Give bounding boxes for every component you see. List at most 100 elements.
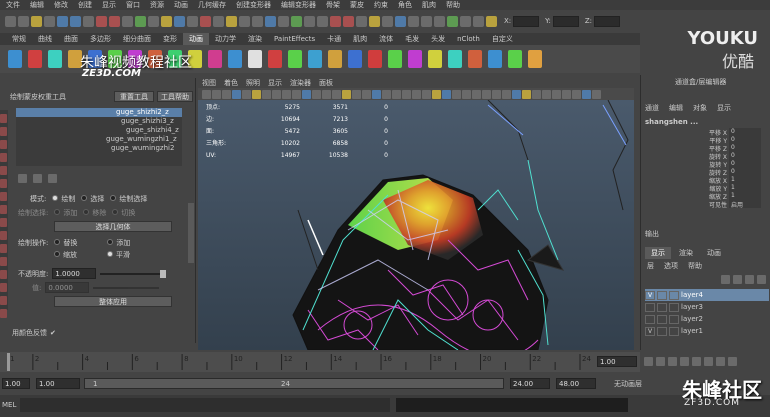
viewport-tool-icon[interactable]	[402, 89, 411, 99]
viewport-tool-icon[interactable]	[492, 89, 501, 99]
flood-button[interactable]: 整体应用	[54, 296, 172, 307]
toolbar-icon[interactable]	[148, 15, 159, 27]
tool-icon[interactable]	[0, 205, 7, 214]
opacity-field[interactable]: 1.0000	[52, 268, 97, 279]
viewport-tool-icon[interactable]	[352, 89, 361, 99]
viewport-tool-icon[interactable]	[522, 89, 531, 99]
panel-scrollbar[interactable]	[188, 203, 194, 263]
menu-item[interactable]: 编辑变形器	[281, 0, 316, 10]
shelf-tab[interactable]: PaintEffects	[268, 33, 321, 45]
color-feedback-checkbox[interactable]: ✔	[50, 329, 56, 337]
time-slider[interactable]: 1 2 4 6 8 10 12 14 16 18 20 22 24	[0, 352, 640, 372]
viewport-tool-icon[interactable]	[462, 89, 471, 99]
end-time-field[interactable]: 48.00	[556, 378, 596, 389]
layer-color-swatch[interactable]	[669, 302, 679, 312]
channel-menu-item[interactable]: 编辑	[669, 103, 683, 113]
toolbar-icon[interactable]	[161, 15, 172, 27]
viewport-tool-icon[interactable]	[592, 89, 601, 99]
menu-item[interactable]: 修改	[54, 0, 68, 10]
channel-attr-value[interactable]: 0	[729, 144, 761, 152]
layer-tab[interactable]: 显示	[645, 247, 671, 259]
menu-item[interactable]: 文件	[6, 0, 20, 10]
tool-icon[interactable]	[0, 153, 7, 162]
viewport-tool-icon[interactable]	[472, 89, 481, 99]
viewport-tool-icon[interactable]	[452, 89, 461, 99]
shelf-tool-icon[interactable]	[228, 50, 242, 68]
menu-item[interactable]: 几何缓存	[198, 0, 226, 10]
toolbar-icon[interactable]	[317, 15, 328, 27]
tool-icon[interactable]	[0, 296, 7, 305]
menu-item[interactable]: 肌肉	[422, 0, 436, 10]
3d-viewport[interactable]: 顶点: 5275 3571 0 边: 10694 7213 0 面: 5472 3605 0 三角形: 1…	[198, 100, 634, 350]
toolbar-icon[interactable]	[83, 15, 94, 27]
select-geometry-button[interactable]: 选择几何体	[54, 221, 172, 232]
toolbar-icon[interactable]	[330, 15, 341, 27]
layer-color-swatch[interactable]	[669, 326, 679, 336]
command-input[interactable]	[20, 398, 390, 412]
viewport-tool-icon[interactable]	[372, 89, 381, 99]
layer-down-icon[interactable]	[733, 275, 742, 284]
shelf-tab[interactable]: 流体	[373, 33, 399, 45]
viewport-menu-item[interactable]: 面板	[319, 78, 333, 88]
tool-icon[interactable]	[0, 127, 7, 136]
layer-menu-item[interactable]: 帮助	[688, 261, 702, 271]
viewport-tool-icon[interactable]	[362, 89, 371, 99]
menu-item[interactable]: 动画	[174, 0, 188, 10]
shelf-tool-icon[interactable]	[488, 50, 502, 68]
tool-icon[interactable]	[0, 231, 7, 240]
shelf-tab[interactable]: 渲染	[242, 33, 268, 45]
shelf-tab[interactable]: 变形	[157, 33, 183, 45]
layer-visibility-toggle[interactable]: V	[645, 326, 655, 336]
layer-row[interactable]: Vlayer4	[645, 289, 769, 301]
op-smooth-radio[interactable]: 平滑	[107, 250, 130, 260]
toolbar-icon[interactable]	[343, 15, 354, 27]
shelf-tool-icon[interactable]	[368, 50, 382, 68]
list-tree-icon[interactable]	[48, 174, 57, 183]
viewport-tool-icon[interactable]	[232, 89, 241, 99]
anim-layer-label[interactable]: 无动画层	[614, 379, 642, 389]
toolbar-icon[interactable]	[252, 15, 263, 27]
shelf-tab[interactable]: 多边形	[84, 33, 117, 45]
shelf-tool-icon[interactable]	[348, 50, 362, 68]
viewport-tool-icon[interactable]	[242, 89, 251, 99]
shelf-tab[interactable]: 自定义	[486, 33, 519, 45]
shelf-tab[interactable]: 头发	[425, 33, 451, 45]
y-field[interactable]	[552, 15, 579, 27]
viewport-menu-item[interactable]: 照明	[246, 78, 260, 88]
playback-end-field[interactable]: 24.00	[510, 378, 550, 389]
go-start-icon[interactable]	[644, 357, 653, 366]
range-slider[interactable]: 1 24	[84, 378, 504, 389]
value-field[interactable]: 0.0000	[45, 282, 90, 293]
toolbar-icon[interactable]	[96, 15, 107, 27]
layer-name[interactable]: layer4	[681, 291, 703, 299]
toolbar-icon[interactable]	[447, 15, 458, 27]
shelf-tool-icon[interactable]	[28, 50, 42, 68]
toolbar-icon[interactable]	[265, 15, 276, 27]
tool-icon[interactable]	[0, 270, 7, 279]
shelf-tab[interactable]: 细分曲面	[117, 33, 157, 45]
new-layer-icon[interactable]	[745, 275, 754, 284]
viewport-tool-icon[interactable]	[512, 89, 521, 99]
menu-item[interactable]: 约束	[374, 0, 388, 10]
channel-attr-value[interactable]: 0	[729, 128, 761, 136]
play-back-icon[interactable]	[680, 357, 689, 366]
opacity-slider-handle[interactable]	[160, 269, 167, 278]
paintsel-remove-radio[interactable]: 移除	[83, 208, 106, 218]
shelf-tool-icon[interactable]	[388, 50, 402, 68]
viewport-tool-icon[interactable]	[482, 89, 491, 99]
toolbar-icon[interactable]	[239, 15, 250, 27]
shelf-tool-icon[interactable]	[308, 50, 322, 68]
viewport-tool-icon[interactable]	[392, 89, 401, 99]
layer-visibility-toggle[interactable]	[645, 302, 655, 312]
viewport-tool-icon[interactable]	[272, 89, 281, 99]
viewport-tool-icon[interactable]	[442, 89, 451, 99]
channel-attr-value[interactable]: 0	[729, 168, 761, 176]
list-view-icon[interactable]	[18, 174, 27, 183]
layer-up-icon[interactable]	[721, 275, 730, 284]
viewport-tool-icon[interactable]	[312, 89, 321, 99]
menu-item[interactable]: 资源	[150, 0, 164, 10]
shelf-tool-icon[interactable]	[448, 50, 462, 68]
layer-visibility-toggle[interactable]	[645, 314, 655, 324]
layer-template-toggle[interactable]	[657, 326, 667, 336]
toolbar-icon[interactable]	[460, 15, 471, 27]
